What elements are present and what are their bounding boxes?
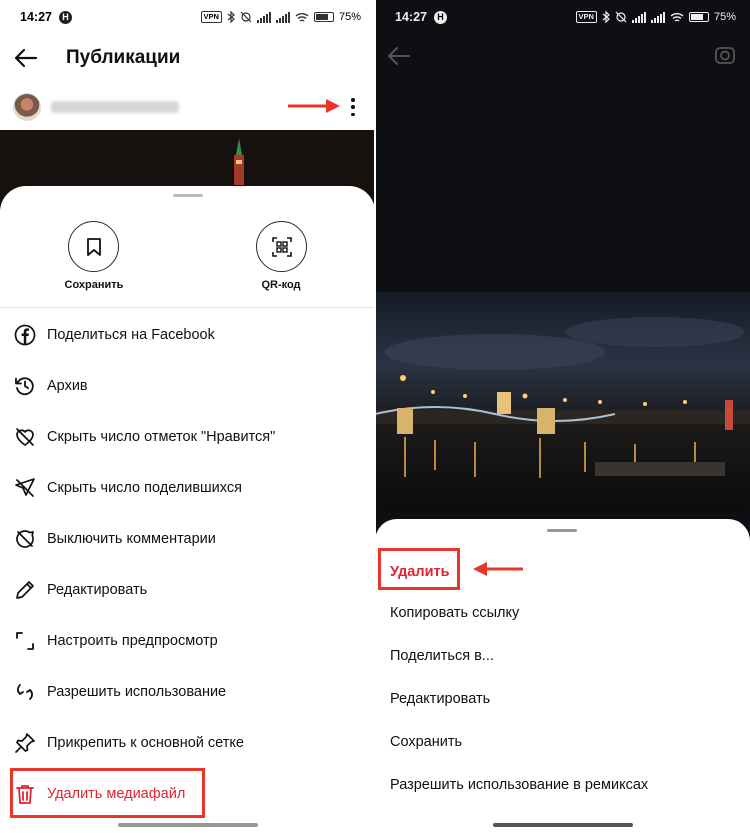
right-screen: 14:27 H VPN 75% Удалить Копировать ссылк…	[375, 0, 750, 833]
status-badge: H	[433, 10, 447, 24]
sheet-handle[interactable]	[173, 194, 203, 197]
allow-remix-button[interactable]: Разрешить использование в ремиксах	[390, 777, 648, 793]
vpn-icon: VPN	[575, 11, 597, 23]
screen-divider	[374, 0, 376, 833]
page-title: Публикации	[66, 47, 181, 68]
signal-2-icon	[275, 11, 290, 23]
bluetooth-icon	[602, 11, 610, 23]
archive-history-icon	[13, 374, 37, 398]
menu-item-hide-likes[interactable]: Скрыть число отметок "Нравится"	[0, 411, 375, 462]
back-button[interactable]	[14, 45, 40, 71]
status-time: 14:27	[395, 10, 427, 24]
menu-item-label: Выключить комментарии	[47, 530, 216, 547]
qr-code-icon	[271, 236, 292, 257]
sheet-handle[interactable]	[547, 529, 577, 532]
battery-level: 75%	[338, 11, 361, 23]
status-badge: H	[58, 10, 72, 24]
qr-code-button[interactable]	[256, 221, 307, 272]
home-indicator	[493, 823, 633, 827]
divider	[0, 307, 375, 308]
status-icons: VPN 75%	[200, 11, 361, 23]
alarm-off-icon	[240, 11, 252, 23]
bookmark-icon	[86, 237, 101, 256]
annotation-arrow-icon	[288, 99, 340, 113]
menu-item-label: Архив	[47, 377, 88, 394]
annotation-arrow-icon	[473, 562, 523, 576]
alarm-off-icon	[615, 11, 627, 23]
menu-item-hide-shares[interactable]: Скрыть число поделившихся	[0, 462, 375, 513]
bluetooth-icon	[227, 11, 235, 23]
menu-item-edit[interactable]: Редактировать	[0, 564, 375, 615]
heart-off-icon	[13, 425, 37, 449]
back-arrow-icon[interactable]	[387, 46, 411, 66]
save-button[interactable]	[68, 221, 119, 272]
copy-link-button[interactable]: Копировать ссылку	[390, 605, 519, 621]
menu-item-label: Настроить предпросмотр	[47, 632, 218, 649]
vpn-icon: VPN	[200, 11, 222, 23]
status-bar: 14:27 H VPN 75%	[0, 0, 375, 34]
qr-code-label: QR-код	[261, 279, 301, 291]
save-label: Сохранить	[64, 279, 124, 291]
menu-item-allow-use[interactable]: Разрешить использование	[0, 666, 375, 717]
wifi-icon	[295, 12, 309, 22]
options-sheet: Удалить Копировать ссылку Поделиться в..…	[375, 519, 750, 833]
highlight-box	[378, 548, 460, 590]
home-indicator	[118, 823, 258, 827]
menu-item-label: Поделиться на Facebook	[47, 326, 215, 343]
camera-icon[interactable]	[714, 44, 736, 66]
share-to-button[interactable]: Поделиться в...	[390, 648, 494, 664]
battery-icon	[313, 12, 334, 22]
pin-icon	[13, 731, 37, 755]
menu-item-label: Скрыть число поделившихся	[47, 479, 242, 496]
viewer-toolbar	[375, 34, 750, 80]
battery-level: 75%	[713, 11, 736, 23]
options-menu: Поделиться на Facebook Архив Скрыть числ…	[0, 309, 375, 819]
menu-item-archive[interactable]: Архив	[0, 360, 375, 411]
share-off-icon	[13, 476, 37, 500]
more-options-button[interactable]	[343, 96, 363, 118]
status-icons: VPN 75%	[575, 11, 736, 23]
menu-item-disable-comments[interactable]: Выключить комментарии	[0, 513, 375, 564]
wifi-icon	[670, 12, 684, 22]
post-author-row	[0, 88, 375, 126]
app-header: Публикации	[0, 34, 375, 82]
status-bar: 14:27 H VPN 75%	[375, 0, 750, 34]
signal-icon	[256, 11, 271, 23]
highlight-box	[10, 768, 205, 818]
avatar[interactable]	[13, 93, 41, 121]
remix-icon	[13, 680, 37, 704]
username-blurred[interactable]	[51, 101, 179, 113]
comment-off-icon	[13, 527, 37, 551]
menu-item-label: Прикрепить к основной сетке	[47, 734, 244, 751]
battery-icon	[688, 12, 709, 22]
menu-item-label: Разрешить использование	[47, 683, 227, 700]
options-sheet: Сохранить QR-код Поделиться на Facebook …	[0, 186, 375, 833]
status-time: 14:27	[20, 10, 52, 24]
signal-icon	[631, 11, 646, 23]
menu-item-share-facebook[interactable]: Поделиться на Facebook	[0, 309, 375, 360]
night-bridge-photo	[375, 292, 750, 510]
post-photo	[375, 292, 750, 510]
signal-2-icon	[650, 11, 665, 23]
menu-item-pin[interactable]: Прикрепить к основной сетке	[0, 717, 375, 768]
save-button[interactable]: Сохранить	[390, 734, 462, 750]
pencil-icon	[13, 578, 37, 602]
crop-icon	[13, 629, 37, 653]
menu-item-label: Редактировать	[47, 581, 148, 598]
edit-button[interactable]: Редактировать	[390, 691, 490, 707]
arrow-left-icon	[14, 48, 38, 68]
menu-item-preview[interactable]: Настроить предпросмотр	[0, 615, 375, 666]
facebook-icon	[13, 323, 37, 347]
menu-item-label: Скрыть число отметок "Нравится"	[47, 428, 276, 445]
left-screen: 14:27 H VPN 75% Публикации Сохранить QR-…	[0, 0, 375, 833]
